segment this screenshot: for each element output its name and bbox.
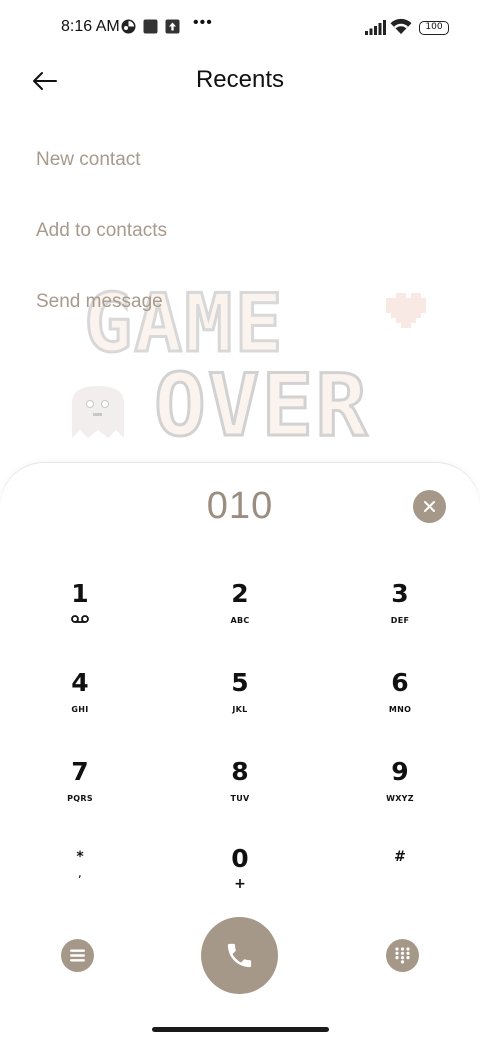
key-digit: 6 [391,668,409,697]
key-letters: , [78,870,82,879]
key-star[interactable]: * , [25,848,135,918]
home-indicator[interactable] [152,1027,329,1032]
keypad-toggle-button[interactable] [386,939,419,972]
wifi-icon [390,18,412,34]
clear-button[interactable] [413,490,446,523]
close-icon [424,501,435,512]
status-bar: 8:16 AM ••• 100 [0,0,480,56]
dialed-number: 010 [206,485,274,527]
key-letters: TUV [230,794,250,803]
key-2[interactable]: 2 ABC [185,580,295,650]
call-button[interactable] [201,917,278,994]
key-digit: 2 [231,579,249,608]
svg-text:OVER: OVER [154,356,369,448]
key-digit: 7 [71,757,89,786]
key-3[interactable]: 3 DEF [345,580,455,650]
key-4[interactable]: 4 GHI [25,669,135,739]
dialpad-icon [395,947,410,964]
key-letters: PQRS [67,794,93,803]
status-time: 8:16 AM [61,18,120,35]
key-5[interactable]: 5 JKL [185,669,295,739]
key-1[interactable]: 1 [25,580,135,650]
key-digit: 4 [71,668,89,697]
key-digit: # [394,849,406,865]
signal-icon [365,20,386,35]
key-letters: GHI [71,705,89,714]
add-to-contacts-option[interactable]: Add to contacts [36,220,167,242]
menu-icon [70,949,85,962]
key-letters: DEF [390,616,410,625]
key-letters: + [234,876,246,892]
menu-button[interactable] [61,939,94,972]
more-dots-icon: ••• [193,14,213,31]
key-9[interactable]: 9 WXYZ [345,758,455,828]
new-contact-option[interactable]: New contact [36,149,141,171]
key-digit: 1 [71,579,89,608]
key-7[interactable]: 7 PQRS [25,758,135,828]
phone-icon [227,943,252,968]
key-letters: ABC [230,616,250,625]
key-8[interactable]: 8 TUV [185,758,295,828]
upload-notification-icon [165,19,180,34]
send-message-option[interactable]: Send message [36,291,163,313]
key-digit: 0 [231,844,249,873]
key-6[interactable]: 6 MNO [345,669,455,739]
key-letters: MNO [388,705,412,714]
key-hash[interactable]: # [345,848,455,918]
key-digit: 5 [231,668,249,697]
app-notification-icon [121,19,136,34]
key-letters: JKL [232,705,248,714]
key-0[interactable]: 0 + [185,845,295,915]
page-title: Recents [195,66,285,93]
key-digit: * [76,849,84,865]
square-notification-icon [143,19,158,34]
key-digit: 9 [391,757,409,786]
battery-icon: 100 [419,21,449,35]
voicemail-icon [71,615,89,623]
key-digit: 8 [231,757,249,786]
key-digit: 3 [391,579,409,608]
key-letters: WXYZ [386,794,414,803]
